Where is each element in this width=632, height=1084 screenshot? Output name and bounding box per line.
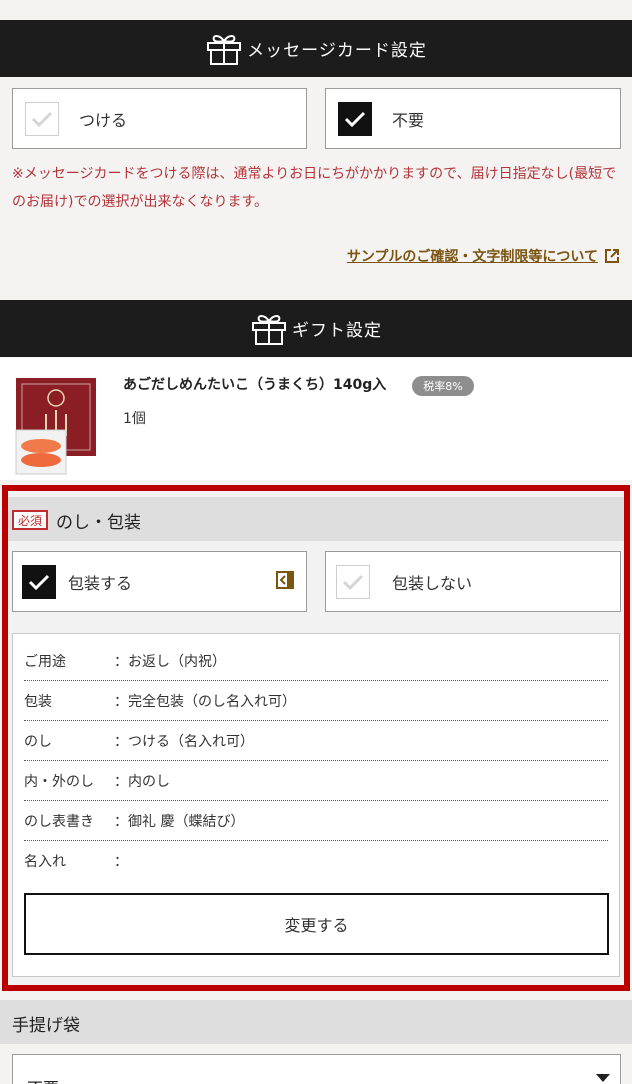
bag-title: 手提げ袋 <box>12 1016 80 1036</box>
top-strip <box>0 0 632 20</box>
check-icon <box>28 574 50 590</box>
detail-key: のし表書き <box>24 813 94 830</box>
dropdown-arrow-icon <box>596 1074 610 1082</box>
message-card-notice: ※メッセージカードをつける際は、通常よりお日にちがかかりますので、届け日指定なし… <box>12 166 617 210</box>
required-badge: 必須 <box>12 510 48 530</box>
gift-box-icon <box>207 34 242 65</box>
detail-key: のし <box>24 733 52 750</box>
detail-row-name: 名入れ ： <box>24 841 608 881</box>
detail-value: ：内のし <box>114 773 170 790</box>
detail-row-purpose: ご用途 ：お返し（内祝） <box>24 641 608 681</box>
bag-select[interactable]: 不要 <box>12 1054 621 1084</box>
wrap-option[interactable]: 包装する <box>12 551 307 612</box>
detail-value: ：完全包装（のし名入れ可） <box>114 693 296 710</box>
detail-value: ：お返し（内祝） <box>114 653 226 670</box>
message-card-none-option[interactable]: 不要 <box>325 88 621 149</box>
detail-key: 名入れ <box>24 854 66 870</box>
detail-key: ご用途 <box>24 653 66 670</box>
bag-header-bar <box>0 1000 632 1044</box>
check-icon <box>344 111 366 127</box>
detail-value: ：つける（名入れ可） <box>114 733 254 750</box>
sample-info-link[interactable]: サンプルのご確認・文字制限等について <box>347 246 620 266</box>
product-image <box>12 374 100 478</box>
gift-settings-header: ギフト設定 <box>0 300 632 357</box>
checkbox-checked[interactable] <box>338 101 372 136</box>
external-link-icon <box>605 249 619 263</box>
detail-key: 内・外のし <box>24 773 94 790</box>
message-card-attach-option[interactable]: つける <box>12 88 307 149</box>
message-card-none-label: 不要 <box>392 110 425 130</box>
tax-badge: 税率8% <box>412 376 474 396</box>
gift-box-icon <box>252 314 286 345</box>
change-button[interactable]: 変更する <box>24 893 609 955</box>
gift-settings-title: ギフト設定 <box>292 321 382 341</box>
checkbox-unchecked[interactable] <box>336 564 370 599</box>
detail-row-wrapping: 包装 ：完全包装（のし名入れ可） <box>24 681 608 721</box>
noshi-title: のし・包装 <box>56 513 141 533</box>
product-name: あごだしめんたいこ（うまくち）140g入 <box>123 377 387 393</box>
product-quantity: 1個 <box>123 411 146 427</box>
checkbox-checked[interactable] <box>22 564 56 599</box>
collapse-panel-icon[interactable] <box>276 571 294 589</box>
message-card-attach-label: つける <box>79 110 128 130</box>
no-wrap-option[interactable]: 包装しない <box>325 551 621 612</box>
no-wrap-option-label: 包装しない <box>392 573 473 593</box>
check-icon <box>31 111 53 127</box>
detail-value: ： <box>114 854 128 870</box>
detail-row-noshi: のし ：つける（名入れ可） <box>24 721 608 761</box>
message-card-header: メッセージカード設定 <box>0 20 632 77</box>
detail-key: 包装 <box>24 693 52 710</box>
detail-value: ：御礼 慶（蝶結び） <box>114 813 245 830</box>
detail-row-inner-outer: 内・外のし ：内のし <box>24 761 608 801</box>
check-icon <box>342 574 364 590</box>
detail-row-inscription: のし表書き ：御礼 慶（蝶結び） <box>24 801 608 841</box>
message-card-title: メッセージカード設定 <box>247 41 427 61</box>
wrap-option-label: 包装する <box>68 573 133 593</box>
checkbox-unchecked[interactable] <box>25 101 59 136</box>
sample-info-link-label: サンプルのご確認・文字制限等について <box>346 249 598 265</box>
